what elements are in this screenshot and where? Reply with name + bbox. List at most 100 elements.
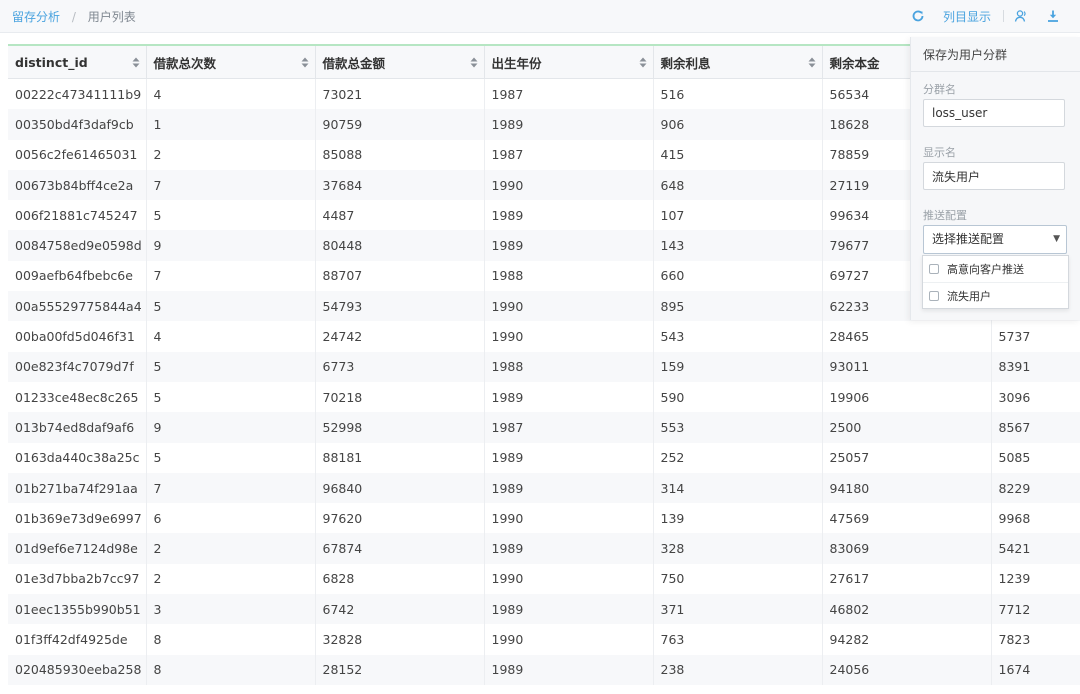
toolbar-actions: 列目显示 — [909, 7, 1062, 25]
table-cell: 328 — [653, 533, 823, 564]
table-cell: 5 — [146, 442, 316, 473]
group-name-label: 分群名 — [923, 83, 956, 96]
table-cell: 159 — [653, 351, 823, 382]
table-cell: 238 — [653, 654, 823, 685]
table-cell: 19906 — [822, 381, 992, 413]
sort-icon[interactable] — [132, 56, 140, 71]
column-header-2[interactable]: 借款总金额 — [315, 46, 485, 79]
top-bar: 留存分析 / 用户列表 列目显示 — [0, 0, 1080, 33]
table-cell: 020485930eeba258 — [8, 654, 147, 685]
table-cell: 90759 — [315, 109, 485, 140]
table-cell: 415 — [653, 139, 823, 170]
table-cell: 46802 — [822, 594, 992, 625]
table-cell: 648 — [653, 169, 823, 201]
sort-icon[interactable] — [470, 56, 478, 71]
breadcrumb-link-retention[interactable]: 留存分析 — [12, 10, 60, 24]
table-cell: 8 — [146, 624, 316, 655]
group-name-input[interactable] — [923, 99, 1065, 127]
table-cell: 1989 — [484, 654, 654, 685]
refresh-icon[interactable] — [909, 7, 927, 25]
sort-icon[interactable] — [301, 56, 309, 71]
table-cell: 1989 — [484, 200, 654, 231]
breadcrumb-current: 用户列表 — [87, 10, 136, 24]
table-cell: 01b271ba74f291aa — [8, 472, 147, 504]
save-segment-panel: 保存为用户分群 分群名 显示名 推送配置 选择推送配置 ▼ 高意向客户推送 流失… — [910, 37, 1080, 320]
table-cell: 1989 — [484, 533, 654, 564]
sort-icon[interactable] — [639, 56, 647, 71]
table-cell: 00350bd4f3daf9cb — [8, 109, 147, 140]
table-cell: 01f3ff42df4925de — [8, 624, 147, 655]
table-cell: 2 — [146, 563, 316, 595]
table-cell: 00e823f4c7079d7f — [8, 351, 147, 382]
column-header-0[interactable]: distinct_id — [8, 46, 147, 79]
table-cell: 32828 — [315, 624, 485, 655]
push-config-select-value: 选择推送配置 — [932, 232, 1005, 246]
table-cell: 47569 — [822, 503, 992, 534]
option-checkbox[interactable] — [929, 264, 939, 274]
table-cell: 01eec1355b990b51 — [8, 594, 147, 625]
sort-icon[interactable] — [808, 56, 816, 71]
push-config-label: 推送配置 — [923, 209, 967, 222]
table-cell: 01e3d7bba2b7cc97 — [8, 563, 147, 595]
panel-divider — [911, 71, 1080, 72]
table-cell: 5 — [146, 351, 316, 382]
push-config-select[interactable]: 选择推送配置 ▼ — [923, 225, 1067, 254]
table-cell: 67874 — [315, 533, 485, 564]
table-row: 01d9ef6e7124d98e 2 67874 1989 328 83069 5421 — [8, 533, 1080, 564]
column-header-label: 借款总金额 — [322, 55, 386, 71]
user-group-icon[interactable] — [1012, 7, 1030, 25]
column-header-3[interactable]: 出生年份 — [484, 46, 654, 79]
table-cell: 8391 — [991, 351, 1080, 382]
table-row: 020485930eeba258 8 28152 1989 238 24056 1674 — [8, 654, 1080, 685]
table-cell: 37684 — [315, 169, 485, 201]
option-checkbox[interactable] — [929, 291, 939, 301]
table-cell: 70218 — [315, 381, 485, 413]
table-cell: 5 — [146, 381, 316, 413]
table-cell: 01233ce48ec8c265 — [8, 381, 147, 413]
column-header-label: 剩余本金 — [829, 55, 880, 71]
column-display-button[interactable]: 列目显示 — [943, 8, 991, 25]
table-row: 013b74ed8daf9af6 9 52998 1987 553 2500 8567 — [8, 412, 1080, 443]
table-cell: 1990 — [484, 291, 654, 322]
table-cell: 1 — [146, 109, 316, 140]
table-cell: 8567 — [991, 412, 1080, 443]
display-name-input[interactable] — [923, 162, 1065, 190]
column-header-label: distinct_id — [15, 54, 88, 70]
table-cell: 4 — [146, 321, 316, 352]
table-cell: 5 — [146, 200, 316, 231]
display-name-label: 显示名 — [923, 146, 956, 159]
table-cell: 96840 — [315, 472, 485, 504]
table-cell: 00673b84bff4ce2a — [8, 169, 147, 201]
table-cell: 94282 — [822, 624, 992, 655]
table-row: 01e3d7bba2b7cc97 2 6828 1990 750 27617 1239 — [8, 563, 1080, 595]
table-cell: 7 — [146, 169, 316, 201]
table-cell: 01b369e73d9e6997 — [8, 503, 147, 534]
table-cell: 314 — [653, 472, 823, 504]
table-cell: 139 — [653, 503, 823, 534]
table-cell: 7 — [146, 472, 316, 504]
table-cell: 25057 — [822, 442, 992, 473]
table-cell: 7823 — [991, 624, 1080, 655]
download-icon[interactable] — [1044, 7, 1062, 25]
table-cell: 0056c2fe61465031 — [8, 139, 147, 170]
column-header-4[interactable]: 剩余利息 — [653, 46, 823, 79]
table-cell: 009aefb64fbebc6e — [8, 260, 147, 292]
table-cell: 006f21881c745247 — [8, 200, 147, 231]
table-cell: 1988 — [484, 260, 654, 292]
dropdown-option-high-intent[interactable]: 高意向客户推送 — [923, 256, 1068, 282]
table-cell: 4 — [146, 78, 316, 110]
table-cell: 906 — [653, 109, 823, 140]
column-header-1[interactable]: 借款总次数 — [146, 46, 316, 79]
table-cell: 00a55529775844a4 — [8, 291, 147, 322]
table-row: 01f3ff42df4925de 8 32828 1990 763 94282 7823 — [8, 624, 1080, 655]
table-cell: 660 — [653, 260, 823, 292]
table-row: 01b271ba74f291aa 7 96840 1989 314 94180 8229 — [8, 472, 1080, 504]
dropdown-option-churned[interactable]: 流失用户 — [923, 282, 1068, 309]
table-cell: 6742 — [315, 594, 485, 625]
panel-title: 保存为用户分群 — [923, 48, 1008, 62]
table-cell: 28152 — [315, 654, 485, 685]
table-cell: 590 — [653, 381, 823, 413]
table-cell: 252 — [653, 442, 823, 473]
table-cell: 1987 — [484, 412, 654, 443]
table-row: 01233ce48ec8c265 5 70218 1989 590 19906 3096 — [8, 381, 1080, 413]
